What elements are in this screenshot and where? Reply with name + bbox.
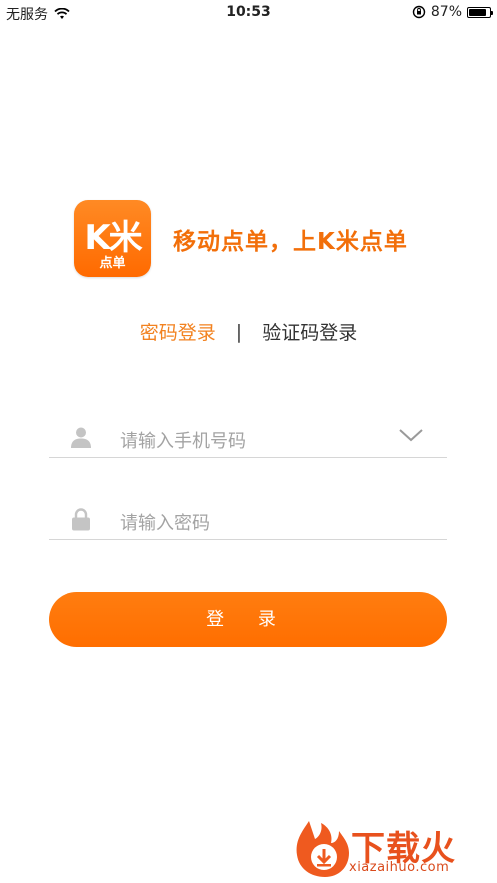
password-field[interactable]: 请输入密码 bbox=[49, 499, 447, 540]
login-mode-tabs: 密码登录 | 验证码登录 bbox=[0, 318, 497, 345]
flame-icon bbox=[296, 821, 349, 877]
lock-icon bbox=[72, 508, 90, 531]
battery-icon bbox=[467, 6, 493, 18]
login-button[interactable]: 登 录 bbox=[49, 592, 447, 647]
app-logo: K米 点单 bbox=[74, 200, 151, 277]
logo-sub-text: 点单 bbox=[99, 256, 126, 271]
status-bar: 无服务 10:53 87% bbox=[0, 0, 497, 26]
tab-code-login[interactable]: 验证码登录 bbox=[262, 318, 357, 345]
status-right: 87% bbox=[412, 4, 493, 20]
phone-placeholder: 请输入手机号码 bbox=[120, 431, 246, 452]
battery-percent: 87% bbox=[430, 4, 462, 20]
phone-field[interactable]: 请输入手机号码 bbox=[49, 417, 447, 458]
user-icon bbox=[71, 427, 91, 448]
rotation-lock-icon bbox=[412, 5, 426, 19]
tab-separator: | bbox=[235, 320, 243, 343]
watermark-url: xiazaihuo.com bbox=[349, 860, 450, 875]
watermark-logo: 下载火 xiazaihuo.com bbox=[291, 817, 491, 879]
password-placeholder: 请输入密码 bbox=[120, 513, 210, 534]
tab-password-login[interactable]: 密码登录 bbox=[140, 318, 216, 345]
battery-fill bbox=[469, 8, 487, 16]
brand-header: K米 点单 移动点单，上K米点单 bbox=[74, 200, 408, 277]
chevron-down-icon[interactable] bbox=[397, 423, 425, 445]
slogan: 移动点单，上K米点单 bbox=[173, 228, 408, 255]
